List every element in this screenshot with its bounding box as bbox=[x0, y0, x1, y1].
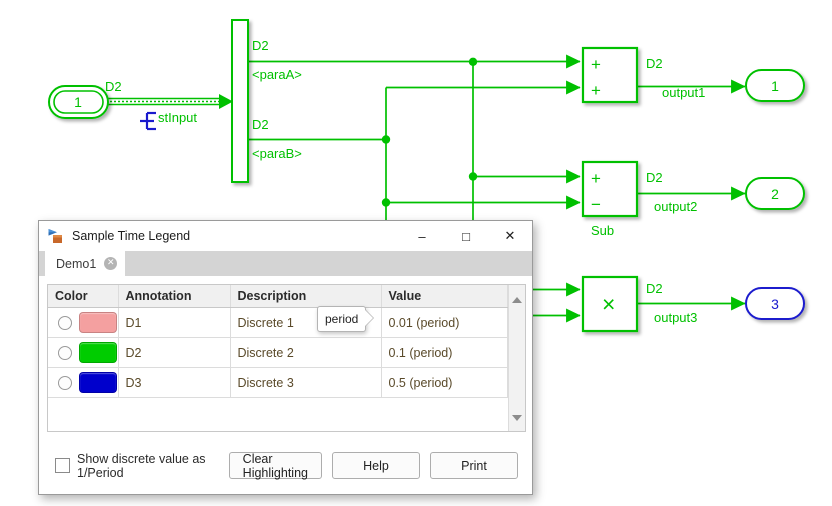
sum-sub-sign-1: + bbox=[591, 169, 601, 188]
tab-close-icon[interactable]: ✕ bbox=[104, 257, 118, 270]
dialog-titlebar[interactable]: Sample Time Legend – □ ✕ bbox=[39, 221, 532, 251]
window-controls[interactable]: – □ ✕ bbox=[400, 221, 532, 251]
sum-add-sign-2: + bbox=[591, 81, 601, 100]
table-row[interactable]: D1 Discrete 1 0.01 (period) bbox=[48, 307, 508, 338]
sub-block-caption: Sub bbox=[591, 223, 615, 238]
cell-description: Discrete 3 bbox=[230, 367, 382, 398]
period-tooltip-text: period bbox=[325, 312, 359, 326]
output3-name-label: output3 bbox=[654, 310, 698, 325]
output1-signal-label: D2 bbox=[646, 56, 663, 71]
cell-annotation: D2 bbox=[118, 337, 231, 368]
footer-button-row: Clear Highlighting Help Print bbox=[228, 452, 518, 480]
column-header-annotation[interactable]: Annotation bbox=[118, 285, 231, 308]
table-row[interactable]: D2 Discrete 2 0.1 (period) bbox=[48, 337, 508, 368]
checkbox-box[interactable] bbox=[55, 458, 70, 473]
period-tooltip: period bbox=[317, 306, 367, 332]
color-swatch-d2 bbox=[79, 342, 117, 363]
legend-table: Color Annotation Description Value D1 Di… bbox=[48, 285, 508, 398]
checkbox-label: Show discrete value as 1/Period bbox=[77, 451, 206, 480]
tab-demo1[interactable]: Demo1 ✕ bbox=[45, 251, 126, 276]
cell-annotation: D3 bbox=[118, 367, 231, 398]
scroll-up-icon[interactable] bbox=[509, 292, 525, 308]
cell-color[interactable] bbox=[48, 337, 119, 368]
print-button[interactable]: Print bbox=[430, 452, 518, 479]
help-button[interactable]: Help bbox=[332, 452, 420, 479]
bus-signal-input[interactable] bbox=[106, 94, 233, 109]
column-header-color[interactable]: Color bbox=[48, 285, 119, 308]
paraB-element-label: <paraB> bbox=[252, 146, 302, 161]
table-row[interactable]: D3 Discrete 3 0.5 (period) bbox=[48, 367, 508, 398]
cell-annotation: D1 bbox=[118, 307, 231, 338]
row-radio-d3[interactable] bbox=[58, 375, 72, 390]
output-port-1-number: 1 bbox=[771, 78, 779, 94]
cell-value: 0.5 (period) bbox=[381, 367, 508, 398]
dialog-footer: Show discrete value as 1/Period Clear Hi… bbox=[39, 437, 532, 494]
dialog-title: Sample Time Legend bbox=[72, 229, 191, 243]
color-swatch-d3 bbox=[79, 372, 117, 393]
show-discrete-value-checkbox[interactable]: Show discrete value as 1/Period bbox=[55, 452, 229, 480]
cell-color[interactable] bbox=[48, 367, 119, 398]
tab-demo1-label: Demo1 bbox=[56, 256, 97, 271]
stinput-annotation-label: stInput bbox=[158, 110, 198, 125]
table-header-row: Color Annotation Description Value bbox=[48, 285, 508, 308]
input-signal-label: D2 bbox=[105, 79, 122, 94]
cell-color[interactable] bbox=[48, 307, 119, 338]
clear-highlighting-button[interactable]: Clear Highlighting bbox=[228, 452, 322, 480]
sum-add-sign-1: + bbox=[591, 55, 601, 74]
product-glyph: × bbox=[602, 291, 615, 317]
tab-strip[interactable]: Demo1 ✕ bbox=[39, 251, 532, 276]
maximize-button[interactable]: □ bbox=[444, 221, 488, 251]
table-scrollbar[interactable] bbox=[508, 285, 525, 431]
column-header-description[interactable]: Description bbox=[230, 285, 382, 308]
output3-signal-label: D2 bbox=[646, 281, 663, 296]
simulink-icon bbox=[48, 228, 64, 244]
input-port-number: 1 bbox=[74, 94, 82, 110]
output2-name-label: output2 bbox=[654, 199, 698, 214]
paraB-signal-label: D2 bbox=[252, 117, 269, 132]
column-header-value[interactable]: Value bbox=[381, 285, 508, 308]
signal-port-icon bbox=[140, 111, 156, 131]
minimize-button[interactable]: – bbox=[400, 221, 444, 251]
row-radio-d1[interactable] bbox=[58, 315, 72, 330]
cell-value: 0.01 (period) bbox=[381, 307, 508, 338]
legend-table-scroll: Color Annotation Description Value D1 Di… bbox=[48, 285, 508, 431]
bus-selector-block[interactable] bbox=[231, 19, 249, 183]
output2-signal-label: D2 bbox=[646, 170, 663, 185]
scroll-down-icon[interactable] bbox=[509, 410, 525, 426]
color-swatch-d1 bbox=[79, 312, 117, 333]
paraA-signal-label: D2 bbox=[252, 38, 269, 53]
sample-time-legend-dialog[interactable]: Sample Time Legend – □ ✕ Demo1 ✕ Color A… bbox=[38, 220, 533, 495]
sum-sub-sign-2: − bbox=[591, 195, 601, 214]
row-radio-d2[interactable] bbox=[58, 345, 72, 360]
output-port-3-number: 3 bbox=[771, 296, 779, 312]
paraA-element-label: <paraA> bbox=[252, 67, 302, 82]
output1-name-label: output1 bbox=[662, 85, 706, 100]
output-port-2-number: 2 bbox=[771, 186, 779, 202]
cell-value: 0.1 (period) bbox=[381, 337, 508, 368]
legend-table-container: Color Annotation Description Value D1 Di… bbox=[47, 284, 526, 432]
close-icon[interactable]: ✕ bbox=[488, 221, 532, 251]
cell-description: Discrete 2 bbox=[230, 337, 382, 368]
